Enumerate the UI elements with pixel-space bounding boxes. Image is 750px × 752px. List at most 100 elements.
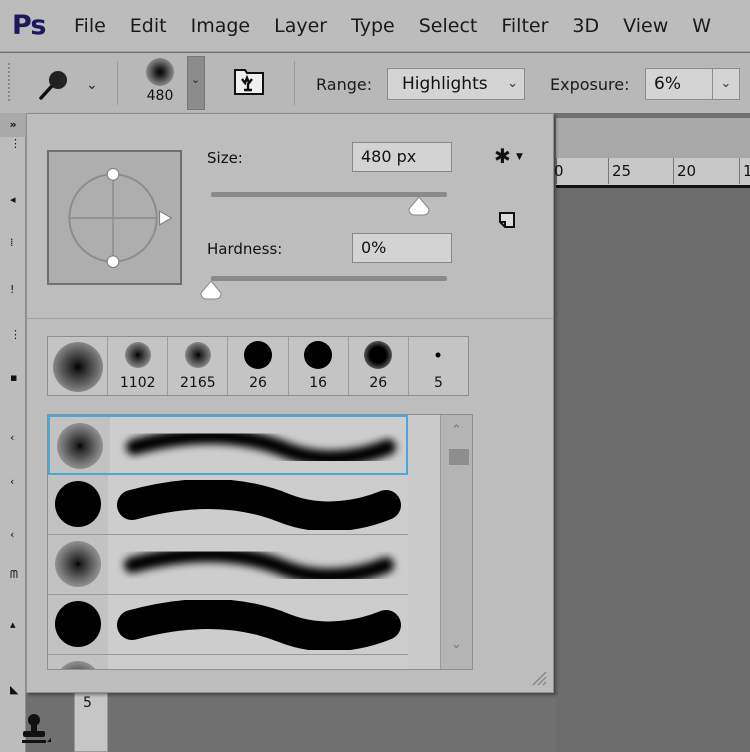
ruler-label: 25 [612, 162, 632, 180]
hardness-slider-thumb[interactable] [200, 280, 222, 300]
stroke-path [117, 480, 401, 530]
brush-picker-dropdown[interactable]: ⌄ [187, 56, 205, 110]
exposure-input[interactable]: 6% [645, 68, 713, 100]
brush-tip-shape-preview[interactable] [47, 150, 182, 285]
recent-brush-item[interactable]: 5 [409, 337, 468, 395]
ruler-label: 5 [83, 695, 92, 711]
size-input[interactable]: 480 px [352, 142, 452, 172]
tool-icon[interactable]: ⋮ [10, 328, 21, 341]
brush-stroke-preview [117, 480, 401, 530]
brush-size-label: 26 [249, 375, 267, 391]
menu-window[interactable]: W [692, 15, 711, 37]
stroke-path [124, 545, 394, 585]
stroke-path [126, 427, 396, 467]
scroll-thumb[interactable] [449, 449, 469, 465]
menu-file[interactable]: File [74, 15, 106, 37]
options-bar-grip[interactable] [8, 63, 14, 101]
new-preset-icon[interactable] [497, 210, 517, 230]
document-tab-bar [556, 118, 750, 158]
recent-brush-item[interactable]: 26 [228, 337, 289, 395]
brush-size-label: 2165 [180, 375, 216, 391]
stroke-path [117, 600, 401, 650]
brush-tip-icon [57, 423, 103, 469]
tool-icon[interactable]: ◣ [10, 683, 18, 696]
brush-tip-icon [364, 341, 393, 369]
brush-preset-row[interactable] [48, 415, 408, 475]
tool-icon[interactable]: ‹ [10, 431, 14, 444]
menu-select[interactable]: Select [419, 15, 478, 37]
brush-tip-icon [146, 58, 174, 86]
menu-image[interactable]: Image [191, 15, 251, 37]
range-value: Highlights [402, 74, 488, 94]
ruler-label: 20 [677, 162, 697, 180]
tool-icon[interactable]: ◂ [10, 193, 16, 206]
preset-list-scrollbar[interactable]: ⌃ ⌄ [440, 415, 472, 669]
tool-icon[interactable]: ⁞ [10, 236, 14, 249]
brush-tip-icon [52, 342, 103, 392]
collapse-panel-button[interactable]: » [0, 113, 26, 137]
canvas-area[interactable] [556, 188, 750, 752]
preset-tip-column [50, 417, 110, 473]
exposure-label: Exposure: [550, 75, 630, 94]
menu-view[interactable]: View [623, 15, 668, 37]
menu-bar: Ps File Edit Image Layer Type Select Fil… [0, 0, 750, 52]
resize-grip-icon[interactable] [529, 668, 547, 686]
brush-panel-toggle-icon[interactable] [232, 65, 266, 97]
clone-stamp-tool-icon[interactable] [18, 712, 52, 746]
tool-icon[interactable]: ▴ [10, 618, 16, 631]
tool-icon[interactable]: ᗰ [10, 568, 18, 582]
tool-icon[interactable]: ! [10, 283, 14, 296]
recent-brush-item[interactable]: 16 [289, 337, 349, 395]
tool-icon[interactable]: ‹ [10, 475, 14, 488]
menu-filter[interactable]: Filter [501, 15, 548, 37]
brush-stroke-preview [124, 545, 394, 585]
brush-tip-icon [435, 352, 441, 358]
ruler-label: 0 [554, 162, 564, 180]
brush-preset-list: ⌃ ⌄ [47, 414, 473, 670]
brush-preset-row[interactable] [48, 655, 408, 669]
tool-icon[interactable]: ‹ [10, 528, 14, 541]
brush-preset-row[interactable] [48, 535, 408, 595]
angle-handle-icon [159, 210, 173, 226]
tool-icon[interactable]: ▪ [10, 371, 17, 384]
scroll-down-icon[interactable]: ⌄ [451, 637, 462, 652]
ruler-tick [739, 158, 740, 184]
options-bar: ⌄ 480 ⌄ Range: Highlights ⌄ Exposure: 6%… [0, 53, 750, 113]
brush-tip-icon [184, 342, 211, 368]
brush-preset-row[interactable] [48, 475, 408, 535]
recent-brush-item[interactable]: 26 [349, 337, 409, 395]
exposure-dropdown[interactable]: ⌄ [712, 68, 740, 100]
recent-brush-item[interactable]: 1102 [108, 337, 169, 395]
brush-tip-icon [304, 341, 333, 369]
menu-3d[interactable]: 3D [572, 15, 599, 37]
tools-panel: » ⋮ ◂ ⁞ ! ⋮ ▪ ‹ ‹ ‹ ᗰ ▴ ◣ [0, 113, 26, 752]
caret-down-icon[interactable]: ▼ [516, 152, 523, 162]
recent-brush-item[interactable]: 2165 [168, 337, 229, 395]
range-select[interactable]: Highlights ⌄ [387, 68, 525, 100]
brush-size-label: 16 [309, 375, 328, 391]
chevron-down-icon: ⌄ [720, 76, 732, 91]
gear-icon[interactable]: ✱ [494, 144, 511, 168]
brush-tip-icon [55, 601, 101, 647]
tool-icon[interactable]: ⋮ [10, 137, 21, 150]
hardness-slider-track[interactable] [211, 276, 447, 281]
brush-size-label: 1102 [119, 375, 156, 391]
preset-tip-column [48, 655, 108, 669]
roundness-handle-top [106, 168, 120, 181]
preset-tip-column [48, 475, 108, 534]
ruler-tick [673, 158, 674, 184]
size-slider-thumb[interactable] [408, 196, 430, 216]
menu-edit[interactable]: Edit [130, 15, 167, 37]
brush-tip-icon [243, 341, 272, 369]
brush-preview[interactable]: 480 [140, 58, 180, 108]
dodge-tool-icon[interactable] [36, 69, 72, 101]
recent-brush-item[interactable] [48, 337, 109, 395]
brush-preset-row[interactable] [48, 595, 408, 655]
app-logo: Ps [12, 10, 46, 41]
hardness-input[interactable]: 0% [352, 233, 452, 263]
menu-layer[interactable]: Layer [274, 15, 327, 37]
menu-type[interactable]: Type [351, 15, 395, 37]
scroll-up-icon[interactable]: ⌃ [451, 423, 462, 438]
tool-preset-chevron-down-icon[interactable]: ⌄ [86, 77, 98, 93]
recent-brushes: 1102 2165 26 16 26 5 [47, 336, 469, 396]
